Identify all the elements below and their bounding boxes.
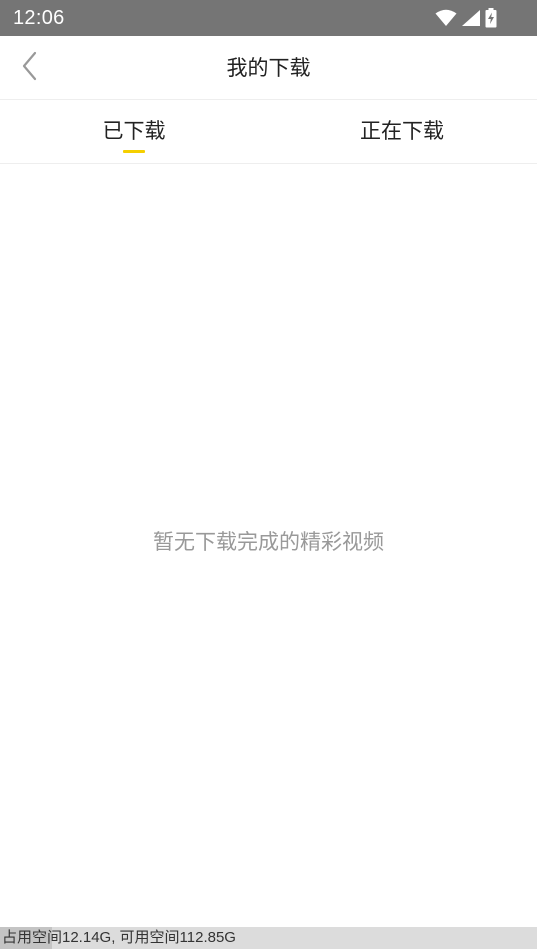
- empty-state-message: 暂无下载完成的精彩视频: [153, 530, 384, 554]
- wifi-icon: [435, 9, 457, 27]
- tab-selected-indicator: [123, 150, 145, 153]
- screen: 12:06 我的下载 已下载 正在下载 暂无下载完成的精彩视频 占用空间12.1…: [0, 0, 537, 949]
- signal-icon: [461, 9, 481, 27]
- status-time: 12:06: [13, 7, 65, 29]
- status-icons: [435, 8, 497, 28]
- storage-text: 占用空间12.14G, 可用空间112.85G: [2, 929, 236, 946]
- tab-downloading-label: 正在下载: [360, 119, 444, 143]
- tab-downloaded-label: 已下载: [102, 119, 166, 143]
- tab-downloaded[interactable]: 已下载: [0, 100, 268, 163]
- tab-bar: 已下载 正在下载: [0, 100, 537, 164]
- status-bar: 12:06: [0, 0, 537, 36]
- app-bar: 我的下载: [0, 36, 537, 100]
- battery-charging-icon: [485, 8, 497, 28]
- page-title: 我的下载: [226, 56, 311, 80]
- storage-bar: 占用空间12.14G, 可用空间112.85G: [0, 927, 537, 949]
- tab-downloading[interactable]: 正在下载: [268, 100, 536, 163]
